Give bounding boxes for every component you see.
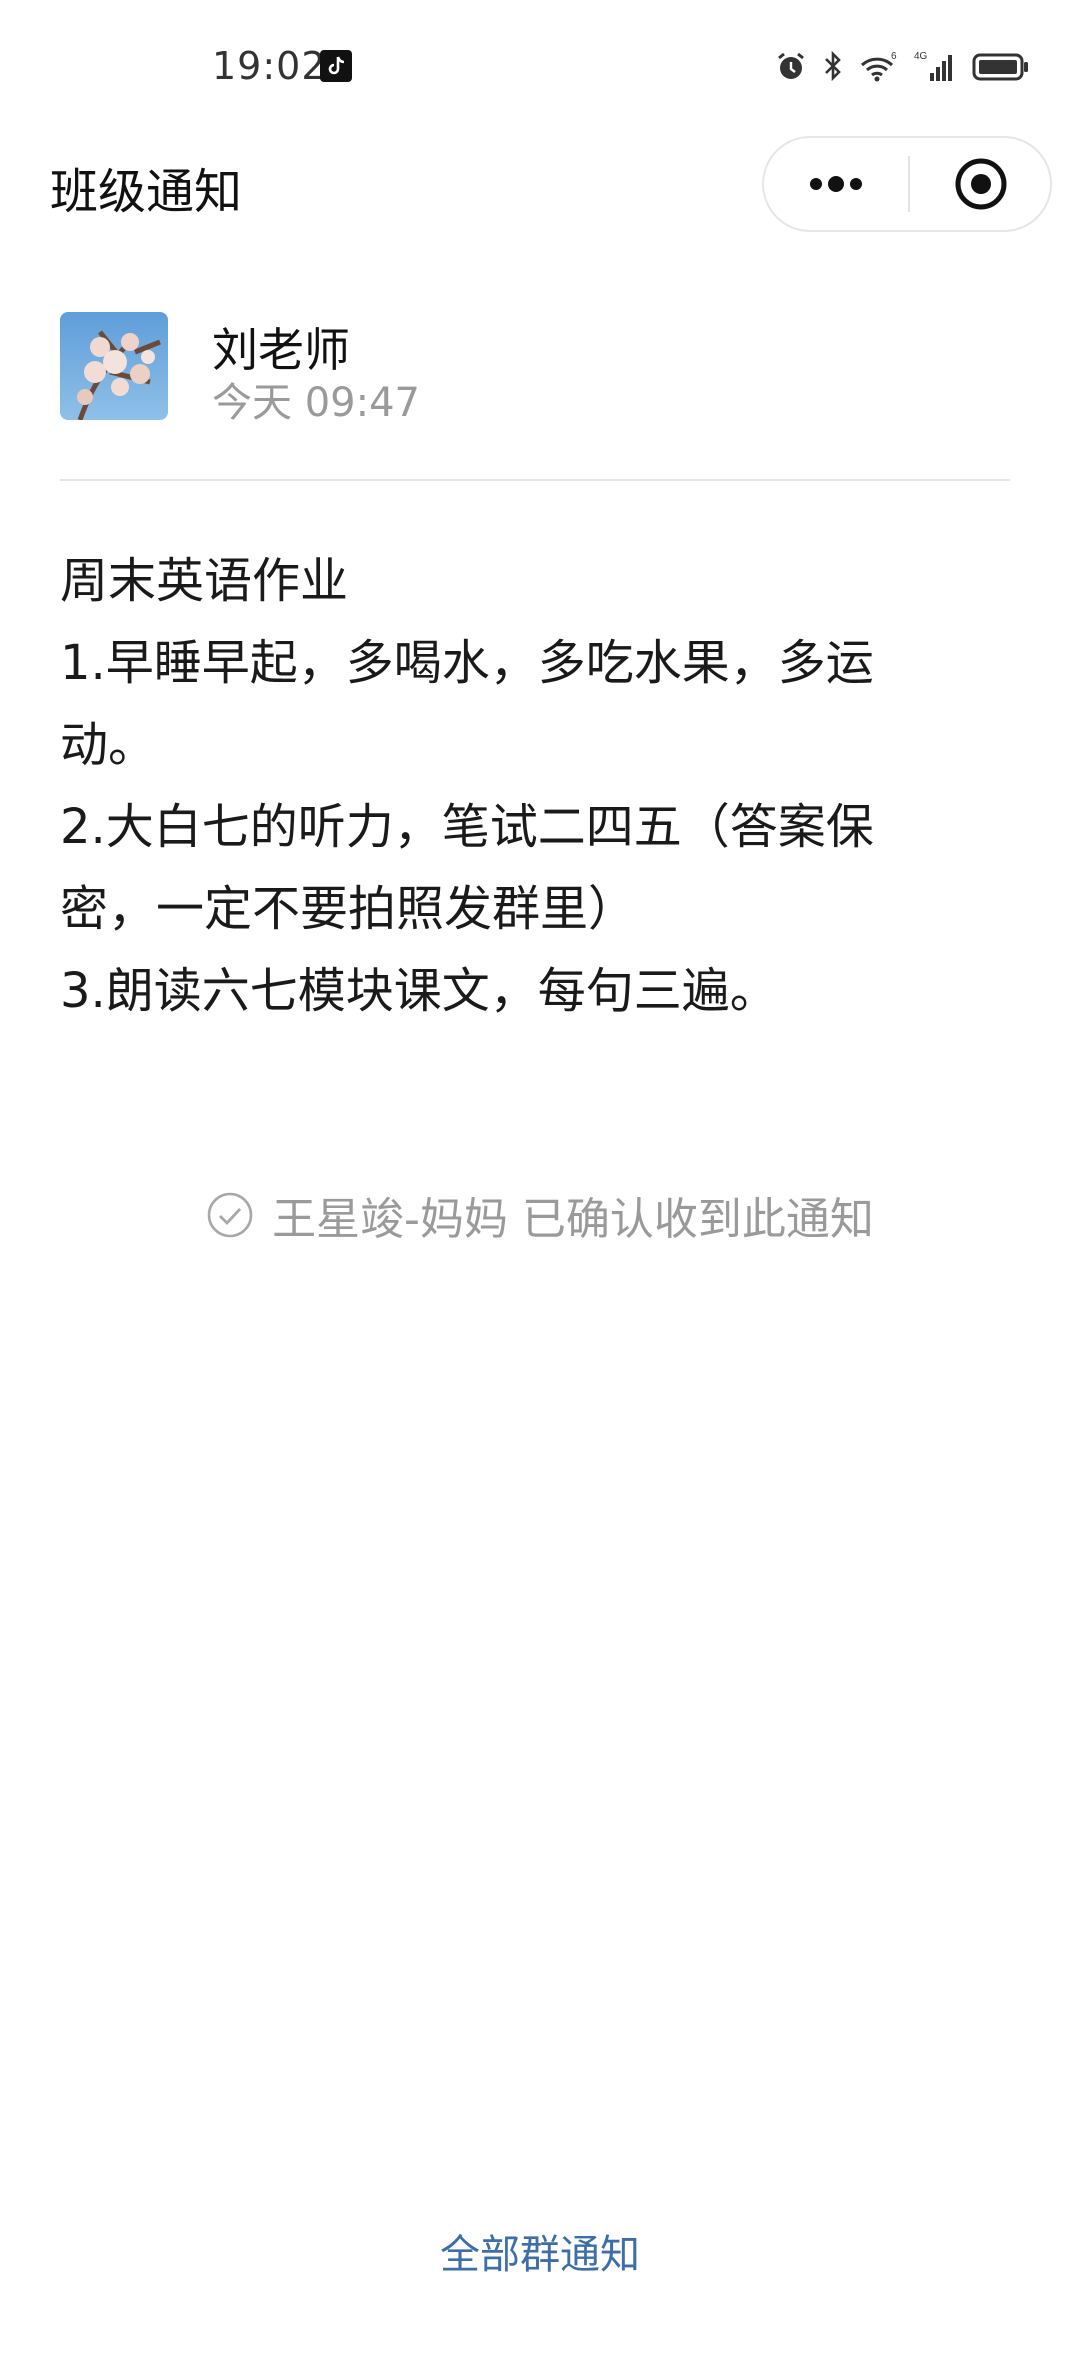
sender-time: 今天 09:47 [212, 380, 420, 426]
avatar[interactable] [60, 312, 168, 420]
status-icons: 6 4G [774, 46, 1030, 86]
check-circle-icon [207, 1192, 253, 1238]
target-close-icon [955, 158, 1007, 210]
all-notices-link[interactable]: 全部群通知 [0, 2222, 1080, 2280]
alarm-icon [774, 49, 808, 83]
divider [60, 479, 1010, 481]
title-bar: 班级通知 [0, 130, 1080, 240]
more-button[interactable] [764, 138, 908, 230]
page-title: 班级通知 [50, 164, 243, 220]
network-label: 4G [914, 51, 928, 62]
status-time: 19:02 [212, 44, 327, 88]
notice-line: 3.朗读六七模块课文，每句三遍。 [60, 963, 778, 1019]
status-bar: 19:02 6 4G [0, 0, 1080, 130]
notice-line: 周末英语作业 [60, 553, 349, 609]
sender-info: 刘老师 今天 09:47 [60, 312, 1020, 426]
close-button[interactable] [910, 138, 1052, 230]
confirmation-text: 王星竣-妈妈 已确认收到此通知 [272, 1194, 874, 1245]
read-confirmation: 王星竣-妈妈 已确认收到此通知 [0, 1180, 1080, 1250]
signal-4g-icon: 4G [914, 49, 958, 83]
more-dots-icon [810, 176, 862, 192]
wifi-label: 6 [891, 51, 897, 62]
mini-program-capsule [762, 136, 1052, 232]
tiktok-icon [320, 50, 352, 82]
wifi-6-icon: 6 [858, 49, 900, 83]
bluetooth-icon [822, 49, 844, 83]
battery-icon [972, 49, 1030, 83]
notice-content: 周末英语作业 1.早睡早起，多喝水，多吃水果，多运动。 2.大白七的听力，笔试二… [60, 540, 960, 1032]
notice-page: 19:02 6 4G 班级通知 刘老师 今天 09:47 周末英语作业 1.早睡… [0, 0, 1080, 2376]
notice-line: 1.早睡早起，多喝水，多吃水果，多运动。 [60, 635, 874, 773]
notice-line: 2.大白七的听力，笔试二四五（答案保密，一定不要拍照发群里） [60, 799, 874, 937]
